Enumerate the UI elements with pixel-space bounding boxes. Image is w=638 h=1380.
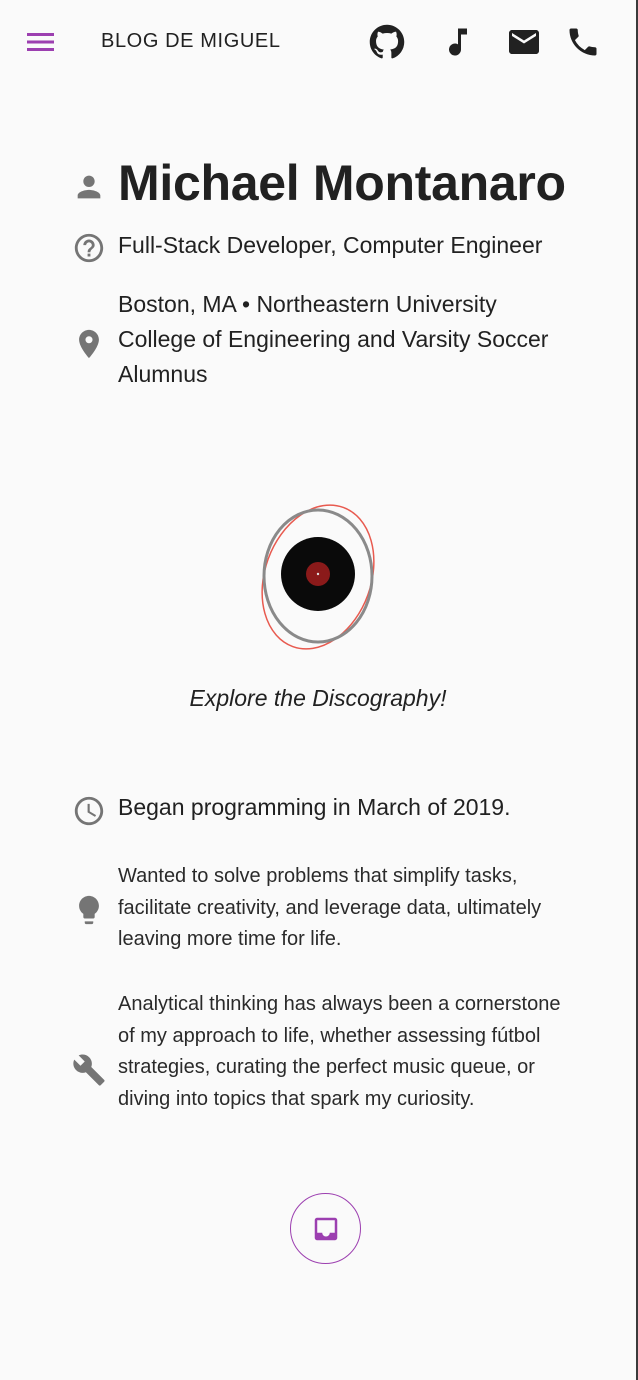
music-link[interactable]: [440, 24, 476, 60]
lightbulb-icon: [79, 895, 99, 925]
phone-link[interactable]: [565, 24, 601, 60]
mail-link[interactable]: [506, 24, 542, 60]
person-icon: [77, 175, 101, 199]
top-app-bar: BLOG DE MIGUEL: [0, 0, 636, 84]
profile-name: Michael Montanaro: [118, 155, 566, 211]
music-note-icon: [449, 28, 467, 56]
wrench-icon: [73, 1054, 105, 1086]
profile-title: Full-Stack Developer, Computer Engineer: [118, 232, 543, 258]
mail-icon: [509, 30, 539, 54]
location-pin-icon: [79, 329, 99, 359]
github-link[interactable]: [369, 24, 405, 60]
menu-button[interactable]: [26, 28, 56, 56]
discography-caption: Explore the Discography!: [189, 685, 447, 711]
phone-icon: [569, 28, 597, 56]
site-title[interactable]: BLOG DE MIGUEL: [101, 30, 281, 53]
menu-icon: [27, 33, 54, 51]
fact-text: Wanted to solve problems that simplify t…: [118, 865, 542, 950]
vinyl-record-icon: [261, 504, 375, 650]
inbox-icon: [314, 1217, 337, 1240]
profile-location: Boston, MA • Northeastern University Col…: [118, 291, 549, 387]
inbox-button[interactable]: [290, 1193, 361, 1264]
github-icon: [369, 24, 405, 59]
fact-text: Began programming in March of 2019.: [118, 794, 511, 820]
clock-icon: [74, 796, 104, 826]
fact-text: Analytical thinking has always been a co…: [118, 993, 561, 1110]
discography-record-button[interactable]: [256, 500, 380, 654]
help-circle-icon: [74, 233, 104, 263]
